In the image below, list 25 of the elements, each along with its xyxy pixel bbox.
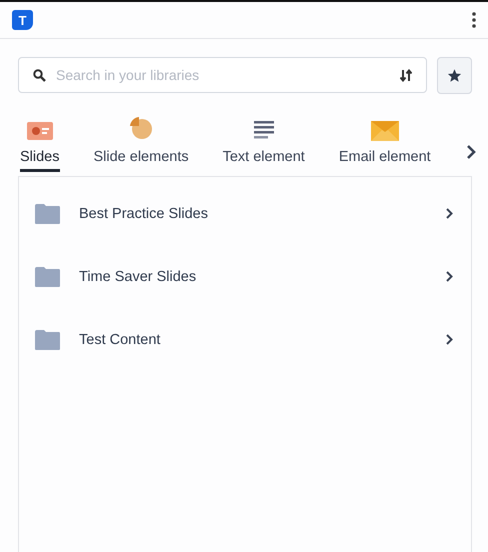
folder-name[interactable]: Test Content bbox=[79, 332, 428, 348]
chevron-right-icon[interactable] bbox=[446, 334, 453, 345]
text-lines-icon bbox=[252, 119, 275, 141]
category-tab[interactable]: Text element bbox=[222, 119, 305, 172]
sort-icon[interactable] bbox=[400, 68, 412, 82]
more-options-icon[interactable] bbox=[470, 10, 478, 30]
category-tab[interactable]: Slide elements bbox=[94, 115, 189, 172]
folder-icon bbox=[34, 202, 61, 224]
folder-name[interactable]: Time Saver Slides bbox=[79, 268, 428, 284]
category-tab[interactable]: Email element bbox=[338, 121, 431, 172]
chevron-right-icon[interactable] bbox=[446, 208, 453, 219]
search-field[interactable]: Search in your libraries bbox=[54, 66, 392, 84]
app-logo: T bbox=[12, 10, 33, 30]
search-box[interactable]: Search in your libraries bbox=[18, 57, 427, 93]
pie-chart-icon bbox=[128, 115, 154, 141]
folder-icon bbox=[34, 328, 61, 350]
envelope-icon bbox=[370, 121, 399, 141]
folder-name[interactable]: Best Practice Slides bbox=[79, 206, 428, 222]
search-icon bbox=[33, 68, 46, 82]
category-tab[interactable]: Slides bbox=[20, 121, 60, 172]
presentation-icon bbox=[26, 121, 54, 141]
star-icon bbox=[447, 68, 462, 83]
chevron-right-icon[interactable] bbox=[446, 271, 453, 282]
favorites-button[interactable] bbox=[437, 57, 472, 94]
folder-icon bbox=[34, 266, 61, 288]
